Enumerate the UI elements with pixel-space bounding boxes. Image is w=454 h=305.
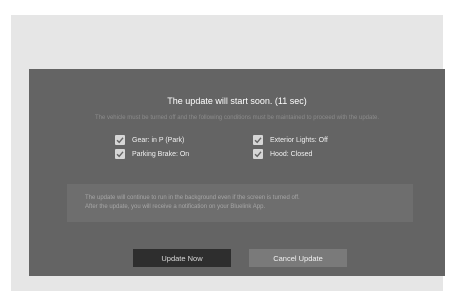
update-dialog: The update will start soon. (11 sec) The… bbox=[29, 69, 445, 276]
dialog-title: The update will start soon. (11 sec) bbox=[167, 96, 307, 106]
dialog-instruction: The vehicle must be turned off and the f… bbox=[94, 115, 380, 121]
checkmark-icon bbox=[115, 135, 125, 145]
condition-label: Exterior Lights: Off bbox=[270, 136, 328, 144]
update-now-button[interactable]: Update Now bbox=[133, 249, 231, 267]
checkmark-icon bbox=[253, 149, 263, 159]
condition-label: Hood: Closed bbox=[270, 150, 313, 158]
background-update-notice: The update will continue to run in the b… bbox=[67, 184, 413, 222]
condition-label: Gear: in P (Park) bbox=[132, 136, 185, 144]
condition-hood: Hood: Closed bbox=[253, 149, 312, 159]
condition-parking-brake: Parking Brake: On bbox=[115, 149, 189, 159]
condition-exterior-lights: Exterior Lights: Off bbox=[253, 135, 328, 145]
condition-label: Parking Brake: On bbox=[132, 150, 190, 158]
checkmark-icon bbox=[253, 135, 263, 145]
condition-gear-park: Gear: in P (Park) bbox=[115, 135, 184, 145]
checkmark-icon bbox=[115, 149, 125, 159]
screen-frame: The update will start soon. (11 sec) The… bbox=[11, 15, 445, 291]
notice-line: After the update, you will receive a not… bbox=[85, 204, 266, 210]
notice-line: The update will continue to run in the b… bbox=[85, 195, 300, 201]
cancel-update-button[interactable]: Cancel Update bbox=[249, 249, 347, 267]
